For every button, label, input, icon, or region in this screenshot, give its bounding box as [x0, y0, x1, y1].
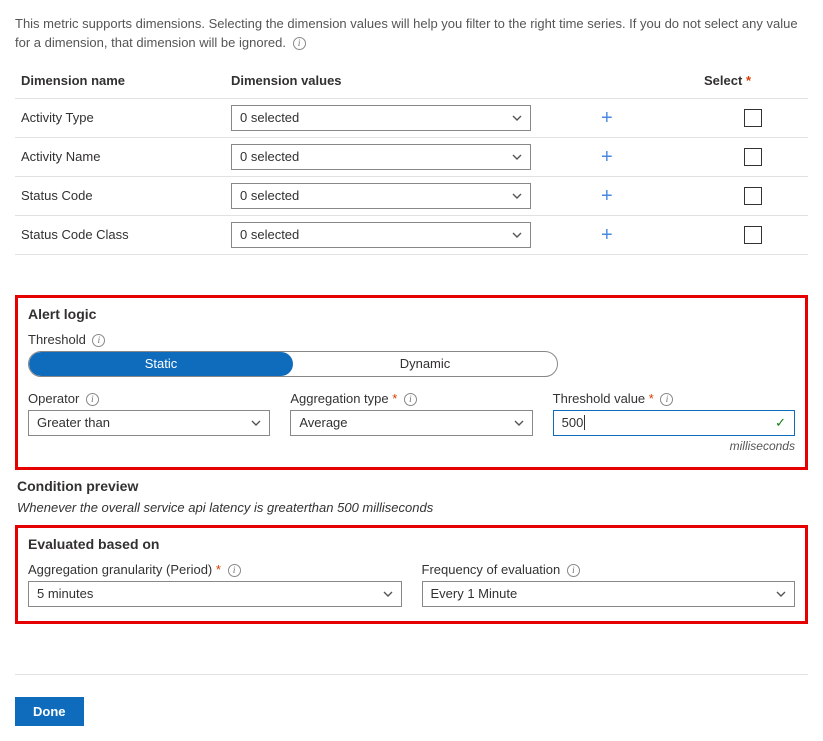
operator-label: Operator i — [28, 391, 270, 406]
threshold-value-input[interactable]: 500 ✓ — [553, 410, 795, 436]
aggregation-type-select[interactable]: Average — [290, 410, 532, 436]
footer: Done — [15, 674, 808, 726]
info-icon[interactable]: i — [92, 334, 105, 347]
condition-preview-heading: Condition preview — [17, 478, 808, 494]
threshold-static-option[interactable]: Static — [29, 352, 293, 376]
chevron-down-icon — [512, 113, 522, 123]
table-row: Activity Type 0 selected + — [15, 98, 808, 137]
check-icon: ✓ — [775, 415, 786, 431]
threshold-toggle: Static Dynamic — [28, 351, 558, 377]
select-checkbox[interactable] — [744, 187, 762, 205]
alert-logic-heading: Alert logic — [28, 306, 795, 322]
evaluated-based-on-box: Evaluated based on Aggregation granulari… — [15, 525, 808, 624]
frequency-label: Frequency of evaluation i — [422, 562, 796, 577]
alert-logic-box: Alert logic Threshold i Static Dynamic O… — [15, 295, 808, 470]
add-icon[interactable]: + — [591, 107, 623, 129]
aggregation-type-label: Aggregation type * i — [290, 391, 532, 406]
chevron-down-icon — [251, 418, 261, 428]
chevron-down-icon — [512, 230, 522, 240]
add-icon[interactable]: + — [591, 146, 623, 168]
threshold-dynamic-option[interactable]: Dynamic — [293, 352, 557, 376]
info-icon[interactable]: i — [86, 393, 99, 406]
chevron-down-icon — [776, 589, 786, 599]
threshold-label: Threshold i — [28, 332, 795, 347]
dimension-name-cell: Activity Type — [15, 98, 225, 137]
dimension-values-select[interactable]: 0 selected — [231, 222, 531, 248]
threshold-value-label: Threshold value * i — [553, 391, 795, 406]
dimension-name-cell: Activity Name — [15, 137, 225, 176]
condition-preview-text: Whenever the overall service api latency… — [17, 500, 808, 515]
frequency-select[interactable]: Every 1 Minute — [422, 581, 796, 607]
info-icon[interactable]: i — [293, 37, 306, 50]
table-row: Status Code 0 selected + — [15, 176, 808, 215]
dimension-values-select[interactable]: 0 selected — [231, 105, 531, 131]
chevron-down-icon — [383, 589, 393, 599]
info-icon[interactable]: i — [228, 564, 241, 577]
dimension-name-cell: Status Code Class — [15, 215, 225, 254]
dimension-name-cell: Status Code — [15, 176, 225, 215]
chevron-down-icon — [512, 191, 522, 201]
col-dimension-values: Dimension values — [225, 63, 585, 99]
done-button[interactable]: Done — [15, 697, 84, 726]
dimension-values-select[interactable]: 0 selected — [231, 144, 531, 170]
col-select: Select * — [698, 63, 808, 99]
aggregation-granularity-label: Aggregation granularity (Period) * i — [28, 562, 402, 577]
evaluated-heading: Evaluated based on — [28, 536, 795, 552]
dimension-values-select[interactable]: 0 selected — [231, 183, 531, 209]
add-icon[interactable]: + — [591, 224, 623, 246]
aggregation-granularity-select[interactable]: 5 minutes — [28, 581, 402, 607]
chevron-down-icon — [514, 418, 524, 428]
operator-select[interactable]: Greater than — [28, 410, 270, 436]
chevron-down-icon — [512, 152, 522, 162]
info-icon[interactable]: i — [660, 393, 673, 406]
table-row: Status Code Class 0 selected + — [15, 215, 808, 254]
col-dimension-name: Dimension name — [15, 63, 225, 99]
threshold-units: milliseconds — [553, 439, 795, 453]
intro-text: This metric supports dimensions. Selecti… — [15, 15, 808, 53]
select-checkbox[interactable] — [744, 109, 762, 127]
select-checkbox[interactable] — [744, 148, 762, 166]
table-row: Activity Name 0 selected + — [15, 137, 808, 176]
info-icon[interactable]: i — [404, 393, 417, 406]
select-checkbox[interactable] — [744, 226, 762, 244]
add-icon[interactable]: + — [591, 185, 623, 207]
info-icon[interactable]: i — [567, 564, 580, 577]
dimensions-table: Dimension name Dimension values Select *… — [15, 63, 808, 255]
